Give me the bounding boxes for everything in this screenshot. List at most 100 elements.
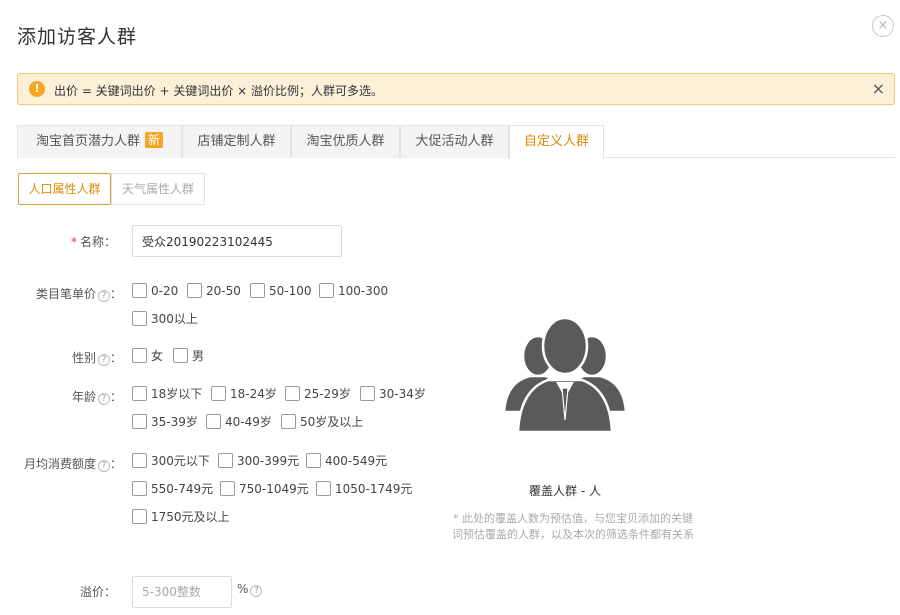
age-option-30-34[interactable]: 30-34岁 [360, 386, 426, 402]
checkbox[interactable] [211, 386, 226, 401]
spend-label: 月均消费额度?： [10, 455, 122, 472]
checkbox[interactable] [173, 348, 188, 363]
age-label: 年龄?： [10, 388, 122, 405]
label-colon: ： [109, 457, 122, 471]
checkbox[interactable] [220, 481, 235, 496]
checkbox-label: 550-749元 [151, 482, 214, 496]
tab-shop-custom[interactable]: 店铺定制人群 [182, 125, 291, 158]
spend-option-1750-plus[interactable]: 1750元及以上 [132, 509, 230, 525]
checkbox-label: 30-34岁 [379, 387, 426, 401]
gender-label: 性别?： [10, 349, 122, 366]
checkbox[interactable] [319, 283, 334, 298]
subtab-weather[interactable]: 天气属性人群 [111, 173, 205, 205]
age-label-text: 年龄 [71, 390, 96, 404]
checkbox[interactable] [285, 386, 300, 401]
price-label: 类目笔单价?： [10, 285, 122, 302]
price-option-20-50[interactable]: 20-50 [187, 283, 241, 299]
checkbox[interactable] [132, 348, 147, 363]
coverage-count: 覆盖人群 - 人 [529, 484, 601, 498]
price-option-300-plus[interactable]: 300以上 [132, 311, 198, 327]
checkbox-label: 100-300 [338, 284, 389, 298]
checkbox[interactable] [132, 311, 147, 326]
dialog-title: 添加访客人群 [17, 26, 138, 48]
alert-close-icon[interactable]: × [872, 80, 885, 98]
age-option-25-29[interactable]: 25-29岁 [285, 386, 351, 402]
premium-input[interactable] [132, 576, 232, 608]
checkbox-label: 0-20 [151, 284, 179, 298]
tab-label: 自定义人群 [523, 134, 589, 149]
spend-option-under-300[interactable]: 300元以下 [132, 453, 210, 469]
label-colon: ： [109, 390, 122, 404]
gender-option-female[interactable]: 女 [132, 348, 163, 364]
subtab-demographic[interactable]: 人口属性人群 [18, 173, 111, 205]
question-icon[interactable]: ? [97, 290, 110, 302]
premium-unit: %? [237, 582, 263, 597]
question-icon[interactable]: ? [250, 585, 263, 597]
price-option-0-20[interactable]: 0-20 [132, 283, 178, 299]
close-icon[interactable]: × [872, 15, 894, 37]
question-icon[interactable]: ? [97, 460, 110, 472]
age-option-50-plus[interactable]: 50岁及以上 [281, 414, 363, 430]
exclamation-icon: ! [29, 81, 45, 97]
checkbox[interactable] [206, 414, 221, 429]
checkbox[interactable] [281, 414, 296, 429]
checkbox-label: 40-49岁 [225, 415, 272, 429]
checkbox[interactable] [250, 283, 265, 298]
spend-label-text: 月均消费额度 [23, 457, 96, 471]
checkbox[interactable] [187, 283, 202, 298]
name-input[interactable] [132, 225, 342, 257]
age-option-under-18[interactable]: 18岁以下 [132, 386, 202, 402]
checkbox-label: 50-100 [269, 284, 312, 298]
spend-option-300-399[interactable]: 300-399元 [218, 453, 299, 469]
tab-homepage-potential[interactable]: 淘宝首页潜力人群新 [17, 125, 182, 158]
percent-sign: % [237, 582, 249, 596]
checkbox-label: 300-399元 [237, 454, 300, 468]
checkbox-label: 1750元及以上 [151, 510, 230, 524]
crowd-tabs: 淘宝首页潜力人群新 店铺定制人群 淘宝优质人群 大促活动人群 自定义人群 [17, 125, 895, 159]
coverage-note: * 此处的覆盖人数为预估值，与您宝贝添加的关键词预估覆盖的人群，以及本次的筛选条… [452, 512, 694, 541]
tab-quality-crowd[interactable]: 淘宝优质人群 [291, 125, 400, 158]
new-badge: 新 [145, 132, 164, 148]
name-label: * 名称： [40, 233, 116, 250]
name-label-text: 名称： [79, 235, 116, 249]
gender-label-text: 性别 [71, 351, 96, 365]
premium-label: 溢价： [79, 585, 116, 599]
checkbox[interactable] [132, 386, 147, 401]
checkbox[interactable] [132, 453, 147, 468]
checkbox-label: 男 [192, 349, 205, 363]
checkbox-label: 300元以下 [151, 454, 210, 468]
age-option-18-24[interactable]: 18-24岁 [211, 386, 277, 402]
checkbox[interactable] [132, 509, 147, 524]
tab-promotion-crowd[interactable]: 大促活动人群 [400, 125, 509, 158]
gender-option-male[interactable]: 男 [173, 348, 204, 364]
checkbox-label: 18岁以下 [151, 387, 203, 401]
checkbox[interactable] [360, 386, 375, 401]
checkbox[interactable] [306, 453, 321, 468]
checkbox-label: 35-39岁 [151, 415, 198, 429]
checkbox[interactable] [132, 283, 147, 298]
spend-option-1050-1749[interactable]: 1050-1749元 [316, 481, 412, 497]
tab-custom-crowd[interactable]: 自定义人群 [509, 125, 604, 159]
alert-text: 出价 = 关键词出价 + 关键词出价 × 溢价比例；人群可多选。 [54, 84, 384, 98]
tab-label: 店铺定制人群 [197, 134, 276, 149]
age-option-40-49[interactable]: 40-49岁 [206, 414, 272, 430]
checkbox[interactable] [132, 481, 147, 496]
price-label-text: 类目笔单价 [35, 287, 96, 301]
spend-option-750-1049[interactable]: 750-1049元 [220, 481, 309, 497]
checkbox-label: 1050-1749元 [335, 482, 413, 496]
label-colon: ： [109, 287, 122, 301]
question-icon[interactable]: ? [97, 354, 110, 366]
checkbox-label: 400-549元 [325, 454, 388, 468]
spend-option-400-549[interactable]: 400-549元 [306, 453, 387, 469]
checkbox[interactable] [132, 414, 147, 429]
question-icon[interactable]: ? [97, 393, 110, 405]
checkbox-label: 750-1049元 [239, 482, 309, 496]
checkbox[interactable] [218, 453, 233, 468]
age-option-35-39[interactable]: 35-39岁 [132, 414, 198, 430]
price-option-50-100[interactable]: 50-100 [250, 283, 312, 299]
required-mark: * [70, 235, 77, 249]
tab-label: 大促活动人群 [415, 134, 494, 149]
price-option-100-300[interactable]: 100-300 [319, 283, 388, 299]
spend-option-550-749[interactable]: 550-749元 [132, 481, 213, 497]
checkbox[interactable] [316, 481, 331, 496]
